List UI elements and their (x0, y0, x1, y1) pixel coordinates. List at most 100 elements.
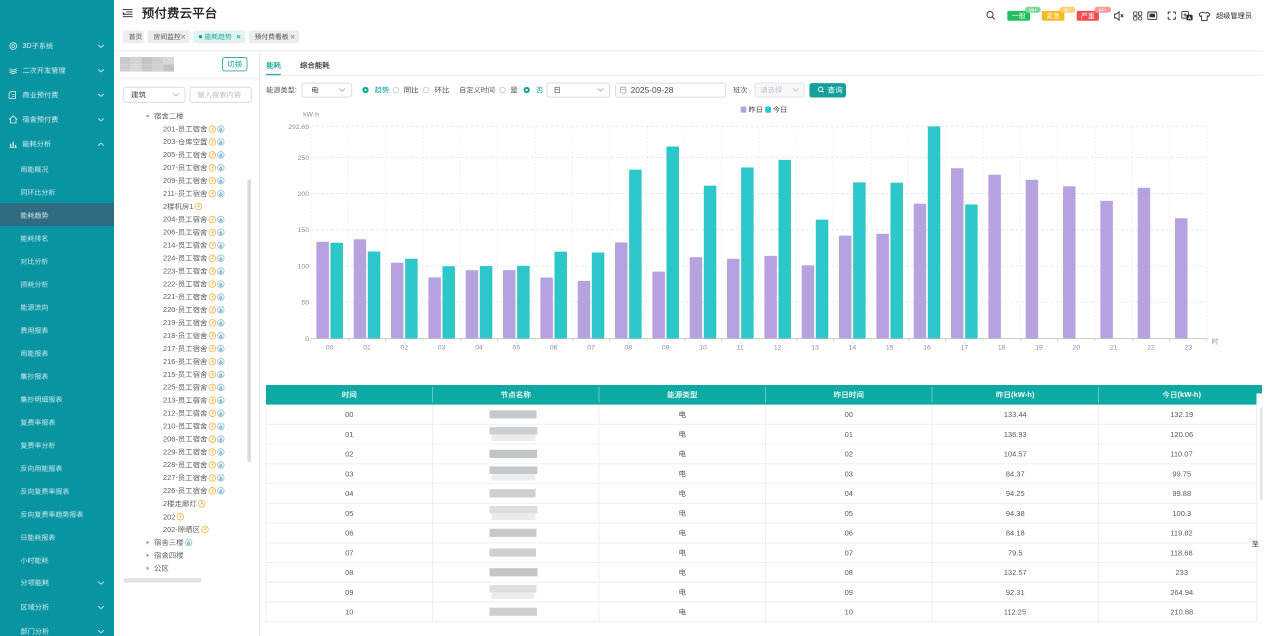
svg-text:203-: 203- (163, 137, 178, 146)
svg-text:(kW-h): (kW-h) (1011, 390, 1035, 399)
svg-text:84.37: 84.37 (1006, 469, 1025, 478)
svg-text:99+: 99+ (1029, 8, 1037, 14)
svg-text:02: 02 (845, 450, 853, 459)
svg-text:224-: 224- (163, 253, 178, 262)
svg-text:223-: 223- (163, 266, 178, 275)
svg-text:120.06: 120.06 (1170, 430, 1193, 439)
svg-text:218-: 218- (163, 331, 178, 340)
svg-text:14: 14 (849, 344, 857, 351)
svg-text:99.75: 99.75 (1172, 469, 1191, 478)
svg-text:00: 00 (326, 344, 334, 351)
svg-text:1: 1 (189, 202, 193, 211)
svg-text:132.57: 132.57 (1004, 568, 1027, 577)
svg-text:2: 2 (163, 202, 167, 211)
svg-text:94.25: 94.25 (1006, 489, 1025, 498)
svg-text:05: 05 (845, 509, 853, 518)
svg-text:01: 01 (845, 430, 853, 439)
svg-text:210.88: 210.88 (1170, 608, 1193, 617)
svg-text:04: 04 (475, 344, 483, 351)
svg-text:250: 250 (298, 155, 310, 162)
svg-text:209-: 209- (163, 176, 178, 185)
svg-text:217-: 217- (163, 344, 178, 353)
svg-text:07: 07 (587, 344, 595, 351)
svg-text:2: 2 (163, 499, 167, 508)
svg-text:206-: 206- (163, 228, 178, 237)
svg-text:208-: 208- (163, 434, 178, 443)
svg-text:10: 10 (845, 608, 853, 617)
svg-text:213-: 213- (163, 396, 178, 405)
svg-text:212-: 212- (163, 409, 178, 418)
svg-text:03: 03 (845, 469, 853, 478)
svg-text:00: 00 (345, 410, 353, 419)
svg-text:228-: 228- (163, 460, 178, 469)
svg-text:202-: 202- (163, 525, 178, 534)
svg-text:2025-09-28: 2025-09-28 (631, 85, 674, 95)
svg-text:06: 06 (845, 529, 853, 538)
svg-text:03: 03 (345, 469, 353, 478)
svg-text:100.3: 100.3 (1172, 509, 1191, 518)
svg-text:05: 05 (345, 509, 353, 518)
svg-text:201-: 201- (163, 124, 178, 133)
svg-text:79.5: 79.5 (1008, 548, 1023, 557)
svg-text:3D: 3D (22, 41, 31, 50)
svg-text:07: 07 (345, 548, 353, 557)
svg-text:06: 06 (345, 529, 353, 538)
svg-text:84.18: 84.18 (1006, 529, 1025, 538)
svg-text:19: 19 (1035, 344, 1043, 351)
svg-text:09: 09 (345, 588, 353, 597)
svg-text:50: 50 (301, 300, 309, 307)
svg-text:204-: 204- (163, 215, 178, 224)
svg-text:210-: 210- (163, 421, 178, 430)
svg-text:219-: 219- (163, 318, 178, 327)
svg-text:05: 05 (513, 344, 521, 351)
svg-text:202: 202 (163, 512, 175, 521)
svg-text:99.88: 99.88 (1172, 489, 1191, 498)
svg-text:222-: 222- (163, 279, 178, 288)
svg-text:100: 100 (298, 263, 310, 270)
svg-text:229-: 229- (163, 447, 178, 456)
svg-text:12: 12 (774, 344, 782, 351)
svg-text:200: 200 (298, 191, 310, 198)
svg-text:07: 07 (845, 548, 853, 557)
svg-text:207-: 207- (163, 163, 178, 172)
svg-text:18: 18 (998, 344, 1006, 351)
svg-text:110.07: 110.07 (1170, 450, 1192, 459)
svg-text:226-: 226- (163, 486, 178, 495)
svg-text:150: 150 (298, 227, 310, 234)
svg-text:11: 11 (737, 344, 744, 351)
svg-text:104.57: 104.57 (1004, 450, 1027, 459)
svg-text:(kW-h): (kW-h) (1178, 390, 1202, 399)
svg-text::: : (295, 85, 297, 94)
svg-text:21: 21 (1110, 344, 1118, 351)
svg-text:94.38: 94.38 (1006, 509, 1025, 518)
svg-text:08: 08 (625, 344, 633, 351)
svg-text:09: 09 (845, 588, 853, 597)
svg-text:kW·h: kW·h (303, 112, 319, 119)
svg-text:15: 15 (886, 344, 894, 351)
svg-text:225-: 225- (163, 383, 178, 392)
svg-text:03: 03 (438, 344, 446, 351)
svg-text:215-: 215- (163, 370, 178, 379)
svg-text:132.19: 132.19 (1170, 410, 1193, 419)
svg-text:233: 233 (1175, 568, 1188, 577)
svg-text:211-: 211- (163, 189, 178, 198)
svg-text:10: 10 (699, 344, 707, 351)
svg-text:06: 06 (550, 344, 558, 351)
svg-text:04: 04 (345, 489, 353, 498)
svg-text:01: 01 (345, 430, 353, 439)
svg-text:08: 08 (345, 568, 353, 577)
svg-text:118.68: 118.68 (1170, 548, 1192, 557)
svg-text:227-: 227- (163, 473, 178, 482)
svg-text:01: 01 (363, 344, 371, 351)
svg-text:00: 00 (845, 410, 853, 419)
svg-text:10: 10 (345, 608, 353, 617)
svg-text:20: 20 (1073, 344, 1081, 351)
svg-text:99+: 99+ (1063, 8, 1071, 14)
svg-text:133.44: 133.44 (1004, 410, 1027, 419)
svg-text:119.82: 119.82 (1170, 529, 1192, 538)
svg-text:23: 23 (1185, 344, 1193, 351)
svg-text:02: 02 (345, 450, 353, 459)
svg-text:13: 13 (811, 344, 819, 351)
svg-text:04: 04 (845, 489, 853, 498)
svg-text:99+: 99+ (1099, 8, 1107, 14)
